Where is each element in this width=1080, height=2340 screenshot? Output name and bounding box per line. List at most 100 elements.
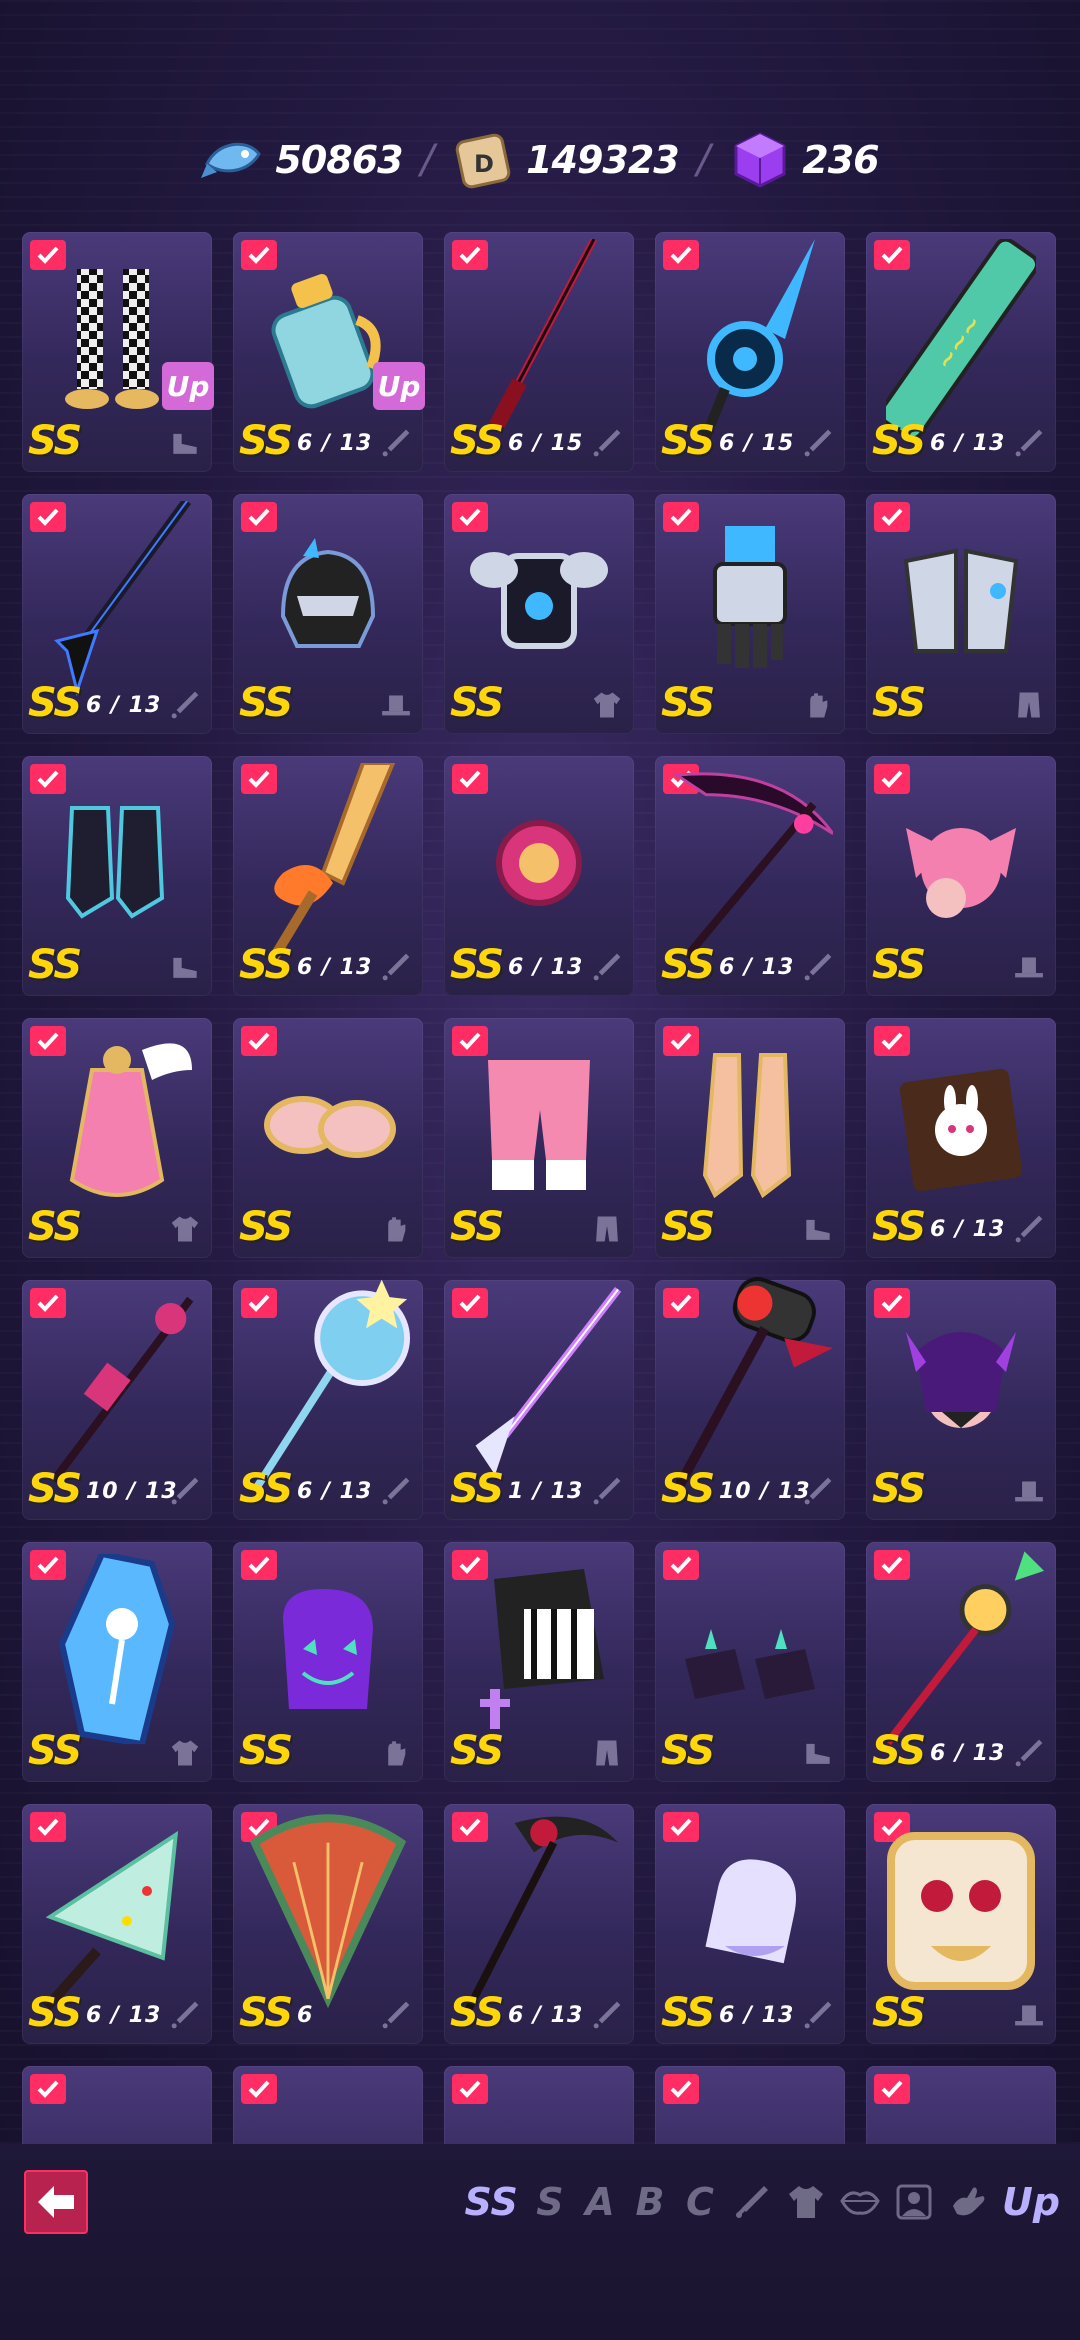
- shoes-icon: [801, 1214, 835, 1244]
- shard-count: 10 / 13: [86, 1479, 178, 1504]
- filter-rank-c[interactable]: C: [682, 2180, 718, 2224]
- item-image: [34, 1296, 200, 1484]
- item-card[interactable]: SS: [655, 494, 845, 734]
- shard-count: 6 / 13: [719, 2003, 795, 2028]
- pants-icon: [1012, 690, 1046, 720]
- shard-count: 6 / 13: [930, 1741, 1006, 1766]
- item-card[interactable]: SS 6 / 15: [444, 232, 634, 472]
- item-card[interactable]: SS: [866, 1804, 1056, 2044]
- item-image: [34, 501, 200, 697]
- item-image: [456, 1816, 622, 2017]
- item-card[interactable]: SS 6 / 13: [233, 756, 423, 996]
- rank-label: SS: [239, 418, 293, 464]
- rank-label: SS: [450, 1990, 504, 2036]
- item-image: [245, 1564, 411, 1734]
- rank-label: SS: [872, 1466, 926, 1512]
- rank-label: SS: [239, 1204, 293, 1250]
- item-card[interactable]: SS 10 / 13: [22, 1280, 212, 1520]
- rank-label: SS: [450, 1728, 504, 1774]
- item-card[interactable]: SS: [655, 1542, 845, 1782]
- filter-rank-ss[interactable]: SS: [465, 2180, 518, 2224]
- filter-rank-a[interactable]: A: [582, 2180, 618, 2224]
- item-card[interactable]: SS 6 / 13: [655, 1804, 845, 2044]
- back-button[interactable]: [24, 2170, 88, 2234]
- rank-label: SS: [872, 680, 926, 726]
- item-image: [456, 1287, 622, 1475]
- item-card[interactable]: SS 6 / 13: [22, 494, 212, 734]
- filter-weapon-icon[interactable]: [732, 2182, 772, 2222]
- rank-label: SS: [661, 680, 715, 726]
- item-card[interactable]: SS: [866, 1280, 1056, 1520]
- shoes-icon: [801, 1738, 835, 1768]
- item-card[interactable]: SS: [233, 494, 423, 734]
- separator: /: [696, 137, 711, 183]
- svg-text:D: D: [474, 150, 494, 178]
- item-card[interactable]: SS: [866, 494, 1056, 734]
- weapon-icon: [379, 428, 413, 458]
- filter-up[interactable]: Up: [1002, 2180, 1060, 2224]
- item-card[interactable]: SS 6 / 13: [444, 1804, 634, 2044]
- item-card[interactable]: SS: [22, 1018, 212, 1258]
- item-card[interactable]: SS: [866, 756, 1056, 996]
- rank-label: SS: [450, 680, 504, 726]
- shard-count: 6 / 15: [719, 431, 795, 456]
- item-card[interactable]: SS 6 / 13: [655, 756, 845, 996]
- rank-label: SS: [28, 680, 82, 726]
- currency-dice: D 149323: [452, 128, 680, 192]
- item-card[interactable]: SS Up: [22, 232, 214, 472]
- rank-label: SS: [661, 1990, 715, 2036]
- rank-label: SS: [28, 1728, 82, 1774]
- item-card[interactable]: SS: [444, 1018, 634, 1258]
- shoes-icon: [168, 428, 202, 458]
- filter-rank-b[interactable]: B: [632, 2180, 668, 2224]
- rank-label: SS: [661, 1204, 715, 1250]
- item-card[interactable]: SS: [655, 1018, 845, 1258]
- item-card[interactable]: [655, 2066, 845, 2144]
- item-card[interactable]: [866, 2066, 1056, 2144]
- item-card[interactable]: SS 6 / 15: [655, 232, 845, 472]
- item-card[interactable]: SS 6 / 13 Up: [233, 232, 425, 472]
- item-image: [245, 2088, 411, 2144]
- item-card[interactable]: SS 6 / 13: [22, 1804, 212, 2044]
- weapon-icon: [590, 952, 624, 982]
- shard-count: 6 / 13: [719, 955, 795, 980]
- item-card[interactable]: SS 6 / 13: [444, 756, 634, 996]
- item-card[interactable]: SS 1 / 13: [444, 1280, 634, 1520]
- item-card[interactable]: [22, 2066, 212, 2144]
- glove-icon: [379, 1738, 413, 1768]
- item-card[interactable]: SS 10 / 13: [655, 1277, 845, 1520]
- shard-count: 10 / 13: [719, 1479, 811, 1504]
- item-card[interactable]: SS 6 / 13: [866, 1542, 1056, 1782]
- filter-glove-icon[interactable]: [948, 2182, 988, 2222]
- item-image: [34, 1040, 200, 1210]
- item-card[interactable]: ~~~ SS 6 / 13: [866, 232, 1056, 472]
- weapon-icon: [801, 952, 835, 982]
- shard-count: 6 / 15: [508, 431, 584, 456]
- rank-label: SS: [661, 418, 715, 464]
- item-card[interactable]: SS: [22, 756, 212, 996]
- weapon-icon: [590, 2000, 624, 2030]
- weapon-icon: [168, 1476, 202, 1506]
- item-card[interactable]: SS: [233, 1542, 423, 1782]
- weapon-icon: [379, 1476, 413, 1506]
- item-card[interactable]: SS: [233, 1018, 423, 1258]
- item-card[interactable]: SS: [444, 494, 634, 734]
- separator: /: [420, 137, 435, 183]
- item-card[interactable]: SS 6 / 13: [233, 1279, 423, 1520]
- item-card[interactable]: SS: [22, 1542, 212, 1782]
- filter-shirt-icon[interactable]: [786, 2182, 826, 2222]
- rank-label: SS: [450, 942, 504, 988]
- item-card[interactable]: [444, 2066, 634, 2144]
- shard-count: 6 / 13: [930, 1217, 1006, 1242]
- filter-portrait-icon[interactable]: [894, 2182, 934, 2222]
- item-card[interactable]: SS: [444, 1542, 634, 1782]
- item-image: [245, 1814, 411, 2009]
- item-card[interactable]: [233, 2066, 423, 2144]
- pants-icon: [590, 1738, 624, 1768]
- filter-lips-icon[interactable]: [840, 2182, 880, 2222]
- item-image: [456, 1564, 622, 1734]
- item-card[interactable]: SS 6 / 13: [866, 1018, 1056, 1258]
- item-card[interactable]: SS 6: [233, 1804, 423, 2044]
- filter-rank-s[interactable]: S: [532, 2180, 568, 2224]
- weapon-icon: [801, 2000, 835, 2030]
